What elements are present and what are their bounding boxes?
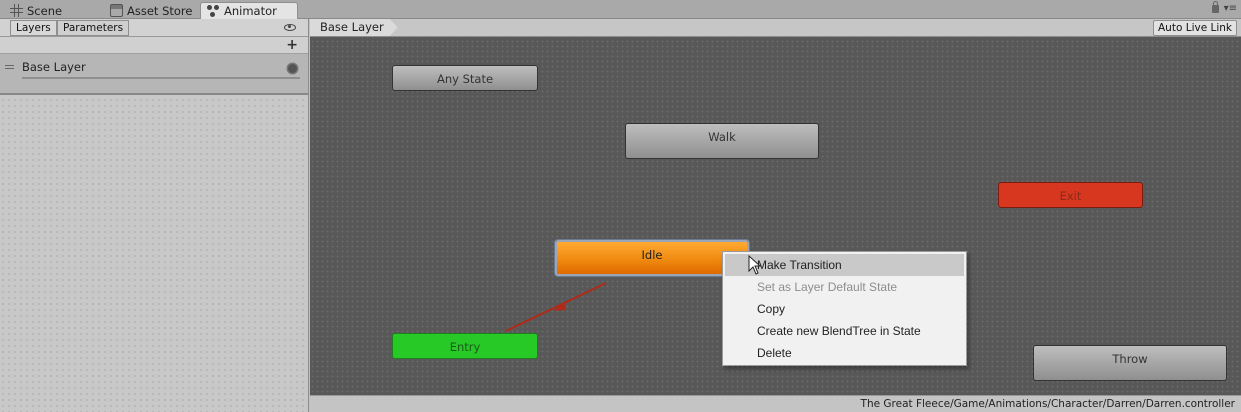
layer-weight-bar [22, 77, 300, 79]
window-tab-bar: Scene Asset Store Animator ▾≡ [0, 0, 1241, 19]
grid-icon [10, 4, 23, 17]
state-entry[interactable]: Entry [392, 333, 538, 359]
window-menu-icon[interactable]: ▾≡ [1224, 3, 1237, 14]
add-layer-button[interactable]: + [286, 37, 298, 53]
state-exit[interactable]: Exit [998, 182, 1143, 208]
store-icon [110, 4, 123, 17]
transition-arrow-icon [554, 301, 566, 311]
tab-layers[interactable]: Layers [10, 20, 57, 36]
panel-tab-row: Layers Parameters [0, 19, 308, 37]
layer-name: Base Layer [22, 60, 86, 74]
add-layer-row: + [0, 37, 308, 54]
state-any-state[interactable]: Any State [392, 65, 538, 91]
gear-icon[interactable] [288, 64, 297, 73]
menu-item-copy[interactable]: Copy [723, 298, 966, 320]
layers-panel: Layers Parameters + Base Layer [0, 19, 309, 412]
graph-header: Base Layer Auto Live Link [310, 19, 1241, 37]
eye-icon[interactable] [284, 24, 296, 31]
layer-item-base-layer[interactable]: Base Layer [0, 54, 308, 95]
lock-icon[interactable] [1212, 1, 1219, 13]
transition-line [505, 282, 607, 332]
breadcrumb-base-layer[interactable]: Base Layer [310, 19, 398, 36]
tab-animator-label: Animator [224, 4, 277, 18]
controller-path: The Great Fleece/Game/Animations/Charact… [860, 398, 1235, 410]
menu-item-set-default-state[interactable]: Set as Layer Default State [723, 276, 966, 298]
tab-parameters[interactable]: Parameters [57, 20, 130, 36]
tab-animator[interactable]: Animator [200, 2, 298, 19]
animator-icon [207, 4, 220, 18]
status-bar: The Great Fleece/Game/Animations/Charact… [310, 395, 1241, 412]
state-throw[interactable]: Throw [1033, 345, 1227, 381]
drag-handle-icon[interactable] [5, 65, 14, 69]
tab-scene-label: Scene [27, 3, 63, 18]
menu-item-create-blendtree[interactable]: Create new BlendTree in State [723, 320, 966, 342]
tab-scene[interactable]: Scene [4, 2, 68, 19]
state-idle[interactable]: Idle [555, 240, 749, 276]
mouse-cursor-icon [748, 255, 762, 275]
tab-asset-store-label: Asset Store [127, 3, 193, 18]
tab-asset-store[interactable]: Asset Store [104, 2, 199, 19]
auto-live-link-button[interactable]: Auto Live Link [1153, 20, 1237, 36]
menu-item-delete[interactable]: Delete [723, 342, 966, 364]
state-walk[interactable]: Walk [625, 123, 819, 159]
